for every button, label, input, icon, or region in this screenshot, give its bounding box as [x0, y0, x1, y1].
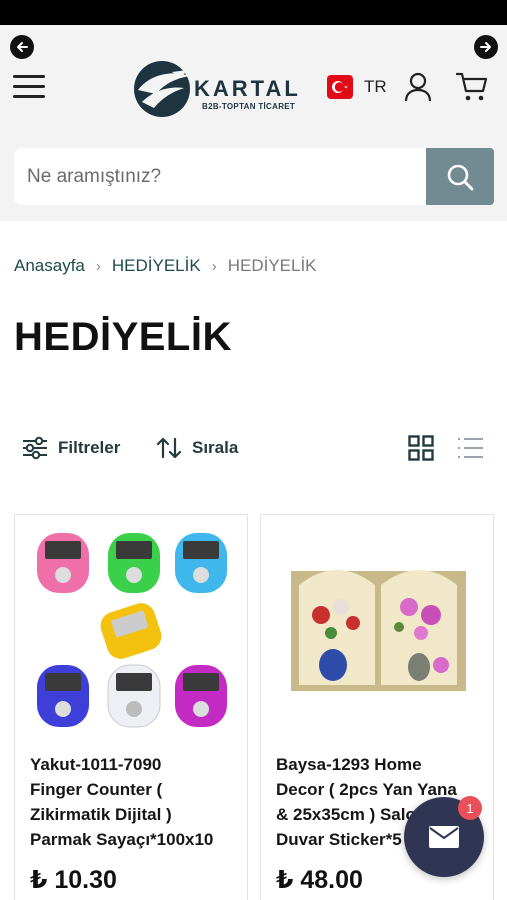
notification-badge: 1 [458, 796, 482, 820]
product-image-finger-counters[interactable] [15, 515, 247, 743]
product-price: ₺ 48.00 [276, 866, 363, 894]
filter-button[interactable]: Filtreler [22, 436, 120, 460]
sort-arrows-icon [156, 437, 182, 459]
language-selector[interactable]: TR [364, 77, 387, 97]
eagle-logo-icon [134, 61, 190, 117]
product-title[interactable]: Yakut-1011-7090 Finger Counter ( Zikirma… [30, 752, 235, 852]
grid-view-icon[interactable] [408, 435, 434, 461]
listing-toolbar: Filtreler Sırala [0, 430, 507, 466]
breadcrumb-current: HEDİYELİK [227, 256, 317, 275]
breadcrumb-separator: › [211, 257, 217, 275]
product-price: ₺ 10.30 [30, 866, 117, 894]
search-button[interactable] [426, 148, 494, 205]
back-arrow-icon[interactable] [10, 35, 34, 59]
list-view-icon[interactable] [457, 436, 483, 460]
filter-sliders-icon [23, 436, 47, 460]
logo-text: KARTAL [194, 76, 301, 101]
product-card[interactable]: Yakut-1011-7090 Finger Counter ( Zikirma… [14, 514, 248, 900]
status-bar [0, 0, 507, 25]
breadcrumb-home[interactable]: Anasayfa [14, 256, 85, 276]
user-icon[interactable] [404, 72, 432, 102]
product-image-wall-sticker[interactable] [261, 515, 493, 743]
breadcrumb-separator: › [95, 257, 101, 275]
search-icon [447, 164, 474, 190]
cart-icon[interactable] [456, 72, 488, 102]
logo-subtitle: B2B-TOPTAN TİCARET [202, 102, 296, 111]
forward-arrow-icon[interactable] [474, 35, 498, 59]
filter-label: Filtreler [58, 438, 121, 457]
search-input[interactable] [14, 148, 426, 205]
kartal-logo[interactable]: KARTAL B2B-TOPTAN TİCARET [132, 60, 307, 118]
hamburger-menu-icon[interactable] [13, 75, 47, 99]
sort-label: Sırala [192, 438, 239, 457]
page-title: HEDİYELİK [14, 315, 232, 359]
turkey-flag-icon[interactable] [327, 75, 353, 99]
search-bar [14, 148, 494, 205]
breadcrumb: Anasayfa › HEDİYELİK › HEDİYELİK [14, 256, 317, 276]
breadcrumb-category[interactable]: HEDİYELİK [112, 256, 201, 276]
envelope-icon [429, 826, 459, 848]
sort-button[interactable]: Sırala [156, 436, 238, 460]
